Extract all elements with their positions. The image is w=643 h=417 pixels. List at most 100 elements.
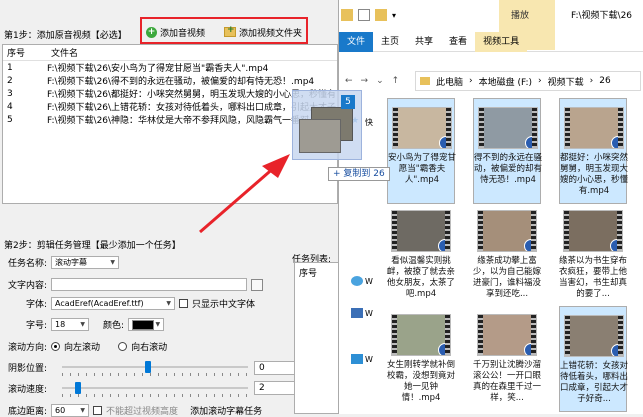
nav-item-w1[interactable]: W <box>365 277 373 286</box>
shadow-label: 阴影位置: <box>8 364 48 374</box>
video-thumbnail <box>392 107 452 149</box>
file-list[interactable]: 序号 文件名 1 F:\视频下载\26\安小鸟为了得宠甘愿当"霸香夫人".mp4 2… <box>2 44 338 204</box>
file-tile[interactable]: 缘茶成功攀上富少，以为自己能嫁进豪门，谁料福没享到还吃... <box>473 202 541 308</box>
ribbon-tabs: 文件 主页 共享 查看 视频工具 <box>339 31 643 52</box>
up-icon[interactable]: ↑ <box>392 76 400 86</box>
file-tile[interactable]: 缘茶以为书生穿布衣疯狂，要带上他当害幻，书生却真的要了... <box>559 202 627 308</box>
media-player-icon <box>611 344 623 356</box>
browse-button[interactable] <box>251 278 264 291</box>
nav-item-quick[interactable]: 快 <box>365 117 373 128</box>
speed-slider[interactable] <box>62 382 248 397</box>
table-row[interactable]: 4 F:\视频下载\26\上错花轿：女孩对待低着头，哪料出口成章，引起大才子 <box>3 100 337 114</box>
chevron-down-icon[interactable]: ⌄ <box>376 76 384 86</box>
back-icon[interactable]: ← <box>345 76 353 86</box>
file-tile[interactable]: 得不到的永远在骚动，被偏爱的却有恃无恐！.mp4 <box>473 98 542 204</box>
cn-only-checkbox[interactable] <box>179 299 189 308</box>
table-row[interactable]: 1 F:\视频下载\26\安小鸟为了得宠甘愿当"霸香夫人".mp4 <box>3 61 337 75</box>
tab-share[interactable]: 共享 <box>407 32 441 52</box>
video-thumbnail <box>477 210 537 252</box>
add-task-button[interactable]: 添加滚动字幕任务 <box>190 404 262 417</box>
folder-add-icon <box>224 25 236 37</box>
size-select[interactable]: 18 ▼ <box>51 318 90 331</box>
bottom-select[interactable]: 60 ▼ <box>51 404 90 417</box>
file-tile[interactable]: 女生刚转学就补倒校霸，没想到竟对她一见钟情！.mp4 <box>387 306 455 412</box>
row-filename: F:\视频下载\26\得不到的永远在骚动，被偏爱的却有恃无恐！.mp4 <box>47 77 315 87</box>
table-row[interactable]: 5 F:\视频下载\26\神隐：华林仗是大帝不参拜风隐，风隐霸气一番怼 <box>3 113 337 127</box>
file-caption: 缘茶成功攀上富少，以为自己能嫁进豪门，谁料福没享到还吃... <box>473 256 542 299</box>
color-label: 颜色: <box>103 321 125 331</box>
crumb-folder[interactable]: 视频下载 <box>548 75 584 88</box>
crumb-this-pc[interactable]: 此电脑 <box>436 75 463 88</box>
speed-thumb[interactable] <box>75 382 81 394</box>
direction-row: 滚动方向: 向左滚动 向右滚动 <box>8 340 167 353</box>
file-tile[interactable]: 都挺好：小咪突然舅舅，明玉发现大嫂的小心思，秒懂有.mp4 <box>559 98 629 204</box>
file-tile[interactable]: 安小鸟为了得宠甘愿当"霸香夫人".mp4 <box>387 98 456 204</box>
shadow-thumb[interactable] <box>145 361 151 373</box>
media-player-icon <box>611 136 623 148</box>
video-editor-app: 第1步：添加原音视频【必选】 + 添加音视频 添加视频文件夹 序号 文件名 1 F… <box>0 0 340 417</box>
dir-left-label: 向左滚动 <box>64 343 101 353</box>
folder-icon <box>341 9 353 21</box>
chevron-down-icon: ▼ <box>80 321 86 328</box>
size-value: 18 <box>55 320 66 329</box>
chevron-down-icon: ▼ <box>80 407 86 414</box>
text-content-input[interactable] <box>51 278 248 291</box>
tab-view[interactable]: 查看 <box>441 32 475 52</box>
copy-tooltip: + 复制到 26 <box>328 167 390 181</box>
row-number: 3 <box>7 88 13 99</box>
file-tile[interactable]: 千万别让沈腾沙溜滚公公！一开口眼真的在森里千过一样，笑... <box>473 306 541 412</box>
video-thumbnail <box>391 314 451 356</box>
table-row[interactable]: 3 F:\视频下载\26\都挺好：小咪突然舅舅，明玉发现大嫂的小心思，秒懂有 <box>3 87 337 101</box>
nav-item-w3[interactable]: W <box>365 355 373 364</box>
speed-ticks <box>62 394 248 397</box>
add-folder-button[interactable]: 添加视频文件夹 <box>224 24 302 40</box>
file-caption: 上错花轿：女孩对待低着头，哪料出口成章，引起大才子好奇... <box>560 361 629 404</box>
chevron-down-icon: ▼ <box>110 259 116 266</box>
tab-file[interactable]: 文件 <box>339 31 374 52</box>
bottom-label: 底边距离: <box>8 407 48 417</box>
crumb-26[interactable]: 26 <box>599 76 610 86</box>
nav-item-w2[interactable]: W <box>365 309 373 318</box>
network-icon <box>351 354 363 364</box>
file-tile[interactable]: 上错花轿：女孩对待低着头，哪料出口成章，引起大才子好奇... <box>559 306 629 412</box>
dir-left-radio[interactable] <box>51 342 61 351</box>
task-list[interactable]: 序号 <box>294 262 340 414</box>
header-no: 序号 <box>7 49 26 59</box>
media-player-icon <box>610 239 622 251</box>
quick-access-toolbar: ▾ <box>341 9 396 21</box>
chevron-down-icon[interactable]: ▾ <box>392 11 396 20</box>
tab-home[interactable]: 主页 <box>373 32 407 52</box>
step2-label: 第2步：剪辑任务管理【最少添加一个任务】 <box>4 241 181 251</box>
crumb-disk[interactable]: 本地磁盘 (F:) <box>479 75 532 88</box>
chevron-down-icon: ▼ <box>166 300 172 307</box>
shadow-row: 阴影位置: <box>8 361 47 374</box>
cloud-icon <box>351 276 363 286</box>
media-player-icon <box>438 343 450 355</box>
shadow-ticks <box>62 373 248 376</box>
font-value: AcadEref(AcadEref.ttf) <box>55 299 144 308</box>
add-video-button[interactable]: + 添加音视频 <box>146 24 205 40</box>
shadow-slider[interactable] <box>62 361 248 376</box>
file-tile[interactable]: 看似温馨实则挑衅，被撩了就去亲他女朋友，太茶了吧.mp4 <box>387 202 455 308</box>
table-row[interactable]: 2 F:\视频下载\26\得不到的永远在骚动，被偏爱的却有恃无恐！.mp4 <box>3 74 337 88</box>
file-caption: 都挺好：小咪突然舅舅，明玉发现大嫂的小心思，秒懂有.mp4 <box>560 153 629 196</box>
color-select[interactable]: ▼ <box>128 318 165 331</box>
task-name-select[interactable]: 滚动字幕 ▼ <box>51 256 120 269</box>
play-tab-label: 播放 <box>511 11 530 21</box>
font-row: 字体: AcadEref(AcadEref.ttf) ▼ 只显示中文字体 <box>26 297 255 310</box>
bottom-row: 底边距离: 60 ▼ 不能超过视频高度 添加滚动字幕任务 <box>8 404 262 417</box>
row-filename: F:\视频下载\26\安小鸟为了得宠甘愿当"霸香夫人".mp4 <box>47 64 269 74</box>
forward-icon[interactable]: → <box>361 76 369 86</box>
file-grid[interactable]: 安小鸟为了得宠甘愿当"霸香夫人".mp4 得不到的永远在骚动，被偏爱的却有恃无恐！… <box>373 96 643 414</box>
tab-video-tools[interactable]: 视频工具 <box>475 31 528 52</box>
dir-right-radio[interactable] <box>118 342 128 351</box>
font-select[interactable]: AcadEref(AcadEref.ttf) ▼ <box>51 297 176 310</box>
window-title: F:\视频下载\26 <box>571 11 633 21</box>
add-folder-label: 添加视频文件夹 <box>239 28 303 39</box>
check-icon[interactable] <box>358 9 370 21</box>
drag-count-badge: 5 <box>341 95 355 109</box>
direction-label: 滚动方向: <box>8 343 48 353</box>
folder-icon[interactable] <box>375 9 387 21</box>
header-name: 文件名 <box>51 49 79 59</box>
address-bar[interactable]: 此电脑 › 本地磁盘 (F:) › 视频下载 › 26 <box>415 71 641 91</box>
